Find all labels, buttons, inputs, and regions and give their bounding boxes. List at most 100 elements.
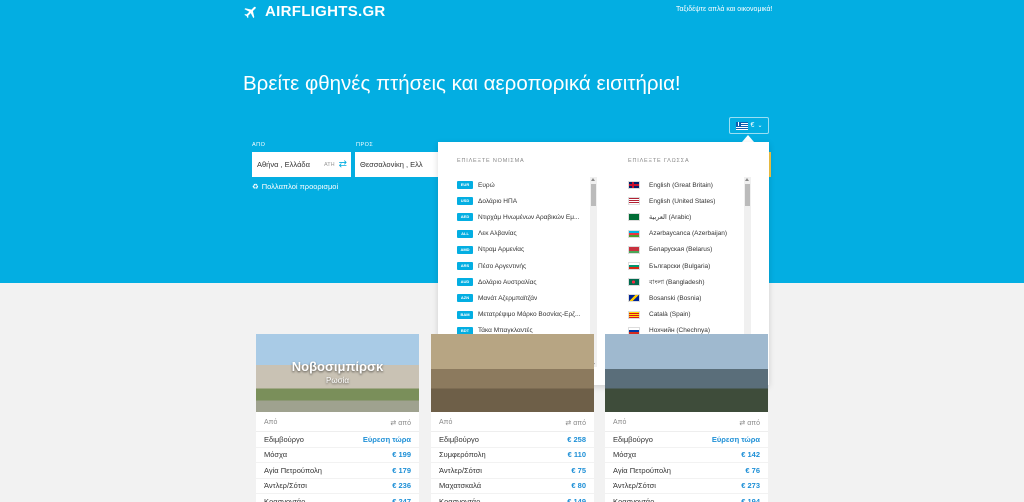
language-item[interactable]: Български (Bulgaria) <box>628 258 740 274</box>
route-price[interactable]: € 149 <box>567 497 586 502</box>
currency-name: Μετατρέψιμο Μάρκο Βοσνίας-Ερζ... <box>478 311 581 319</box>
language-name: বাংলা (Bangladesh) <box>649 278 705 286</box>
scroll-thumb[interactable] <box>745 184 750 206</box>
currency-name: Ντιρχάμ Ηνωμένων Αραβικών Εμ... <box>478 213 580 221</box>
from-column-label: Από <box>613 419 627 426</box>
route-price[interactable]: € 179 <box>392 466 411 475</box>
language-name: English (Great Britain) <box>649 181 713 189</box>
from-value: Αθήνα , Ελλάδα <box>257 160 310 169</box>
route-row[interactable]: Άντλερ/Σότσι € 75 <box>431 463 594 479</box>
currency-language-button[interactable]: € ⌄ <box>729 117 769 134</box>
brand-logo[interactable]: AIRFLIGHTS.GR <box>243 3 386 20</box>
route-price[interactable]: Εύρεση τώρα <box>363 435 411 444</box>
currency-item[interactable]: ARS Πέσο Αργεντινής <box>457 258 587 274</box>
route-row[interactable]: Αγία Πετρούπολη € 179 <box>256 463 419 479</box>
country-flag-icon <box>628 213 640 222</box>
route-price[interactable]: € 199 <box>392 450 411 459</box>
language-item[interactable]: Bosanski (Bosnia) <box>628 290 740 306</box>
currency-item[interactable]: USD Δολάριο ΗΠΑ <box>457 193 587 209</box>
price-column-label: ⇄ από <box>390 419 411 427</box>
destination-photo[interactable] <box>431 334 594 412</box>
route-row[interactable]: Κρασνοντάρ € 194 <box>605 494 768 502</box>
language-item[interactable]: English (Great Britain) <box>628 177 740 193</box>
currency-symbol: € <box>750 122 755 129</box>
language-item[interactable]: Azərbaycanca (Azerbaijan) <box>628 226 740 242</box>
from-label: ΑΠΟ <box>252 142 266 148</box>
currency-item[interactable]: ALL Λεκ Αλβανίας <box>457 226 587 242</box>
origin-city: Εδιμβούργο <box>439 434 479 444</box>
route-price[interactable]: Εύρεση τώρα <box>712 435 760 444</box>
route-price[interactable]: € 247 <box>392 497 411 502</box>
destination-card[interactable]: Από ⇄ από Εδιμβούργο Εύρεση τώρα Μόσχα € 142 Α… <box>605 334 768 502</box>
origin-city: Εδιμβούργο <box>613 434 653 444</box>
destination-country: Ρωσία <box>326 376 349 385</box>
route-price[interactable]: € 258 <box>567 435 586 444</box>
route-price[interactable]: € 110 <box>568 450 586 459</box>
language-name: English (United States) <box>649 197 716 205</box>
currency-item[interactable]: AED Ντιρχάμ Ηνωμένων Αραβικών Εμ... <box>457 209 587 225</box>
origin-city: Αγία Πετρούπολη <box>613 465 671 475</box>
route-row[interactable]: Μόσχα € 142 <box>605 448 768 463</box>
language-item[interactable]: Català (Spain) <box>628 307 740 323</box>
scroll-thumb[interactable] <box>591 184 596 206</box>
brand-name: AIRFLIGHTS.GR <box>265 3 386 20</box>
route-row[interactable]: Συμφερόπολη € 110 <box>431 448 594 463</box>
currency-name: Δολάριο ΗΠΑ <box>478 197 518 205</box>
currency-code-badge: USD <box>457 197 473 206</box>
currency-item[interactable]: AMD Ντραμ Αρμενίας <box>457 242 587 258</box>
from-field[interactable]: Αθήνα , Ελλάδα ATH ⇄ <box>252 152 351 177</box>
route-row[interactable]: Μαχατσκαλά € 80 <box>431 479 594 494</box>
destination-photo[interactable] <box>605 334 768 412</box>
origin-city: Μόσχα <box>613 450 637 460</box>
country-flag-icon <box>628 245 640 254</box>
route-row[interactable]: Κρασνοντάρ € 247 <box>256 494 419 502</box>
currency-column-title: ΕΠΙΛΕΞΤΕ ΝΟΜΙΣΜΑ <box>457 158 525 164</box>
price-column-label: ⇄ από <box>739 419 760 427</box>
route-row[interactable]: Άντλερ/Σότσι € 273 <box>605 479 768 494</box>
route-price[interactable]: € 80 <box>571 481 586 490</box>
language-item[interactable]: English (United States) <box>628 193 740 209</box>
currency-item[interactable]: BAM Μετατρέψιμο Μάρκο Βοσνίας-Ερζ... <box>457 307 587 323</box>
currency-name: Ντραμ Αρμενίας <box>478 246 525 254</box>
currency-item[interactable]: AZN Μανάτ Αζερμπαϊτζάν <box>457 290 587 306</box>
route-row[interactable]: Εδιμβούργο € 258 <box>431 432 594 448</box>
destination-card[interactable]: Νοβοσιμπίρσκ Ρωσία Από ⇄ από Εδιμβούργο Εύρεσ… <box>256 334 419 502</box>
country-flag-icon <box>628 278 640 287</box>
route-row[interactable]: Εδιμβούργο Εύρεση τώρα <box>256 432 419 448</box>
route-price[interactable]: € 142 <box>741 450 760 459</box>
currency-name: Λεκ Αλβανίας <box>478 230 517 238</box>
card-header-row: Από ⇄ από <box>431 414 594 432</box>
scroll-up-icon[interactable] <box>745 178 749 181</box>
swap-arrows-icon[interactable]: ⇄ <box>339 159 347 170</box>
route-row[interactable]: Εδιμβούργο Εύρεση τώρα <box>605 432 768 448</box>
page-headline: Βρείτε φθηνές πτήσεις και αεροπορικά εισ… <box>243 72 681 95</box>
dropdown-pointer <box>742 135 754 142</box>
language-name: Azərbaycanca (Azerbaijan) <box>649 230 728 238</box>
multi-destination-link[interactable]: ♻ Πολλαπλοί προορισμοί <box>252 182 338 191</box>
from-code: ATH <box>324 161 335 168</box>
language-item[interactable]: العربية (Arabic) <box>628 209 740 225</box>
recycle-icon: ♻ <box>252 182 259 191</box>
to-field[interactable]: Θεσσαλονίκη , Ελλ <box>355 152 438 177</box>
route-row[interactable]: Κρασνοντάρ € 149 <box>431 494 594 502</box>
route-price[interactable]: € 75 <box>571 466 586 475</box>
route-price[interactable]: € 273 <box>741 481 760 490</box>
origin-city: Συμφερόπολη <box>439 450 486 460</box>
route-price[interactable]: € 194 <box>741 497 760 502</box>
airplane-icon <box>244 6 256 18</box>
currency-item[interactable]: AUD Δολάριο Αυστραλίας <box>457 274 587 290</box>
route-price[interactable]: € 76 <box>745 466 760 475</box>
language-name: Català (Spain) <box>649 311 691 319</box>
route-row[interactable]: Αγία Πετρούπολη € 76 <box>605 463 768 479</box>
language-item[interactable]: বাংলা (Bangladesh) <box>628 274 740 290</box>
destination-card[interactable]: Από ⇄ από Εδιμβούργο € 258 Συμφερόπολη € 110 Ά… <box>431 334 594 502</box>
route-row[interactable]: Άντλερ/Σότσι € 236 <box>256 479 419 494</box>
scroll-up-icon[interactable] <box>591 178 595 181</box>
price-column-label: ⇄ από <box>565 419 586 427</box>
route-price[interactable]: € 236 <box>392 481 411 490</box>
route-row[interactable]: Μόσχα € 199 <box>256 448 419 463</box>
currency-item[interactable]: EUR Ευρώ <box>457 177 587 193</box>
language-item[interactable]: Беларуская (Belarus) <box>628 242 740 258</box>
to-label: ΠΡΟΣ <box>356 142 374 148</box>
destination-photo[interactable]: Νοβοσιμπίρσκ Ρωσία <box>256 334 419 412</box>
